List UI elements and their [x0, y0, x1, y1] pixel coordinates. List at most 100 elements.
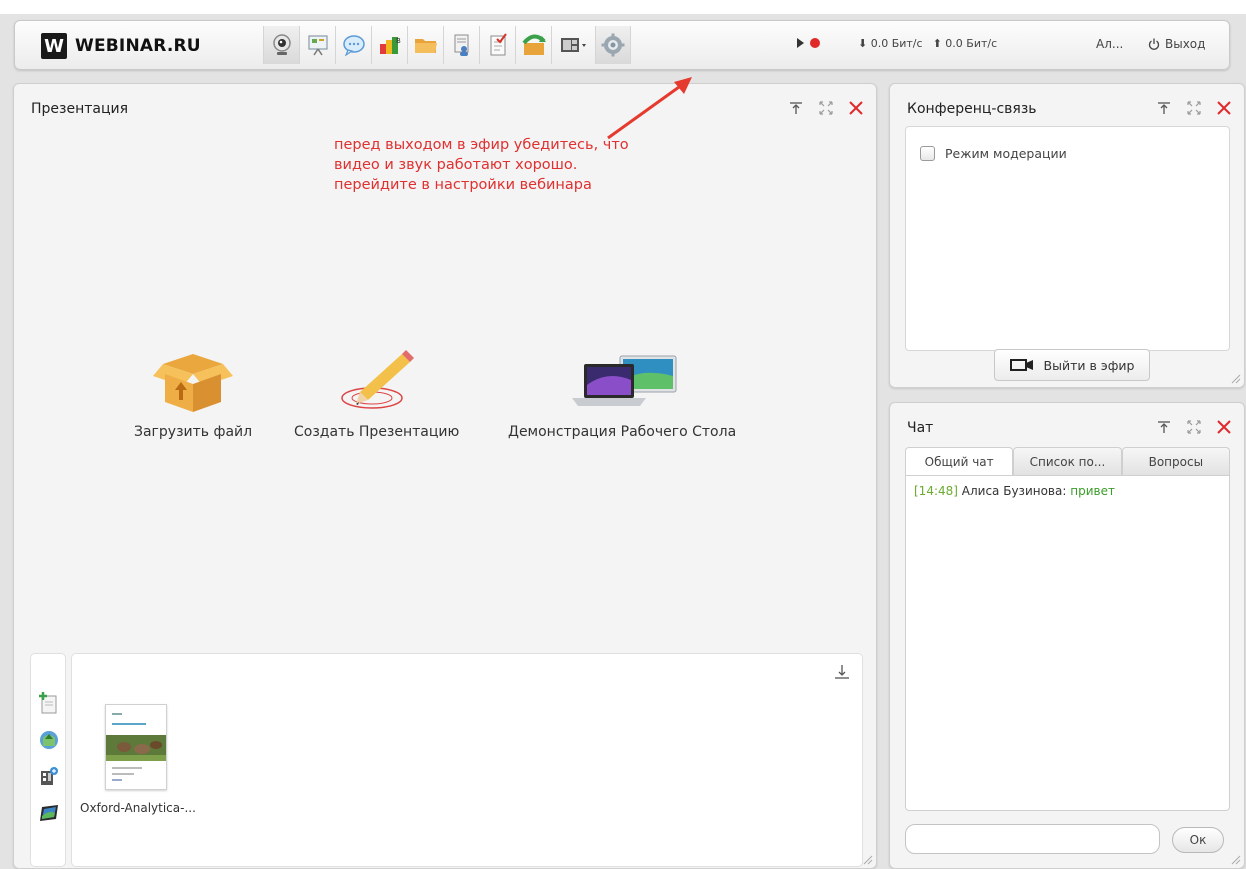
add-screen-icon[interactable]	[39, 804, 59, 824]
pencil-draw-icon	[294, 344, 459, 414]
presentation-button[interactable]	[299, 26, 335, 64]
pin-top-icon[interactable]	[1156, 419, 1172, 435]
chat-title: Чат	[907, 420, 934, 436]
test-button[interactable]	[479, 26, 515, 64]
chat-panel: Чат Общий чат Список по... Вопросы [14:4…	[889, 402, 1245, 869]
tab-questions[interactable]: Вопросы	[1121, 447, 1230, 475]
upload-rate: ⬆ 0.0 Бит/с	[932, 37, 998, 50]
moderation-checkbox[interactable]: Режим модерации	[920, 146, 1067, 161]
add-link-icon[interactable]	[39, 730, 59, 750]
hint-line: перед выходом в эфир убедитесь, что	[334, 137, 629, 153]
conference-controls	[1156, 100, 1232, 116]
files-button[interactable]	[407, 26, 443, 64]
checkbox-box[interactable]	[920, 146, 935, 161]
laptop-screen-icon	[508, 344, 736, 414]
conference-title: Конференц-связь	[907, 101, 1037, 117]
presentation-panel: Презентация перед выходом в эфир убедите…	[13, 83, 877, 869]
export-button[interactable]	[515, 26, 551, 64]
document-preview-icon	[106, 705, 166, 789]
tab-participants-list[interactable]: Список по...	[1013, 447, 1122, 475]
message-text: привет	[1070, 484, 1115, 498]
chat-log[interactable]: [14:48] Алиса Бузинова: привет	[905, 475, 1230, 811]
chat-input[interactable]	[905, 824, 1160, 854]
expand-icon[interactable]	[1186, 100, 1202, 116]
chat-tabs: Общий чат Список по... Вопросы	[905, 447, 1230, 475]
logo-mark: W	[41, 33, 67, 59]
test-icon	[490, 33, 507, 56]
desktop-share-label: Демонстрация Рабочего Стола	[508, 424, 737, 440]
window-top-strip	[0, 0, 1246, 14]
bitrate-indicator: ⬇ 0.0 Бит/с ⬆ 0.0 Бит/с	[858, 37, 997, 50]
download-icon[interactable]	[834, 664, 850, 684]
resize-grip-icon[interactable]	[1229, 372, 1241, 384]
folder-icon	[414, 39, 437, 53]
poll-button[interactable]: B	[371, 26, 407, 64]
record-controls	[797, 38, 820, 48]
conference-body: Режим модерации	[905, 126, 1230, 351]
presentation-icon	[307, 35, 328, 56]
go-live-button[interactable]: Выйти в эфир	[994, 349, 1150, 381]
layout-icon	[560, 38, 586, 52]
webinar-logo[interactable]: W WEBINAR.RU	[41, 33, 201, 59]
resize-grip-icon[interactable]	[861, 853, 873, 865]
user-menu[interactable]: Ал...	[1096, 37, 1123, 51]
play-icon[interactable]	[797, 38, 804, 48]
annotation-arrow-icon	[607, 77, 692, 140]
download-rate: ⬇ 0.0 Бит/с	[858, 37, 923, 50]
file-thumbnail[interactable]	[105, 704, 167, 790]
close-icon[interactable]	[1216, 419, 1232, 435]
settings-button[interactable]	[595, 26, 631, 64]
participants-button[interactable]	[443, 26, 479, 64]
chat-controls	[1156, 419, 1232, 435]
file-tools-strip	[30, 653, 66, 867]
export-icon	[521, 34, 546, 55]
chat-message: [14:48] Алиса Бузинова: привет	[914, 484, 1221, 498]
create-presentation-label: Создать Презентацию	[294, 424, 460, 440]
pin-top-icon[interactable]	[788, 100, 804, 116]
file-name: Oxford-Analytica-...	[80, 801, 196, 815]
tab-general-chat[interactable]: Общий чат	[905, 447, 1014, 475]
poll-icon: B	[379, 37, 401, 54]
hint-line: видео и звук работают хорошо.	[334, 157, 578, 173]
box-upload-icon	[134, 344, 252, 414]
conference-panel: Конференц-связь Режим модерации Выйти в …	[889, 83, 1245, 388]
layout-button[interactable]	[551, 26, 595, 64]
upload-file-action[interactable]: Загрузить файл	[134, 344, 252, 440]
message-time: [14:48]	[914, 484, 958, 498]
go-live-label: Выйти в эфир	[1043, 357, 1135, 373]
add-video-icon[interactable]	[39, 766, 59, 786]
record-icon[interactable]	[810, 38, 820, 48]
top-toolbar: W WEBINAR.RU B ⬇ 0.0 Бит/с ⬆ 0.0 Бит/с А…	[14, 20, 1230, 70]
create-presentation-action[interactable]: Создать Презентацию	[294, 344, 459, 440]
webcam-icon	[272, 34, 291, 55]
expand-icon[interactable]	[818, 100, 834, 116]
participants-icon	[454, 34, 468, 56]
tool-buttons: B	[263, 26, 631, 64]
add-document-icon[interactable]	[39, 692, 59, 714]
power-icon	[1148, 38, 1160, 50]
files-area: Oxford-Analytica-...	[71, 653, 863, 867]
hint-line: перейдите в настройки вебинара	[334, 177, 592, 193]
message-author: Алиса Бузинова:	[961, 484, 1067, 498]
presentation-title: Презентация	[31, 101, 129, 117]
logout-label: Выход	[1165, 37, 1206, 51]
camera-icon	[1009, 359, 1033, 371]
moderation-label: Режим модерации	[945, 146, 1067, 161]
send-button[interactable]: Ок	[1172, 827, 1224, 853]
resize-grip-icon[interactable]	[1229, 853, 1241, 865]
chat-bubble-icon	[342, 35, 365, 56]
desktop-share-action[interactable]: Демонстрация Рабочего Стола	[508, 344, 736, 440]
svg-text:B: B	[396, 37, 401, 45]
pin-top-icon[interactable]	[1156, 100, 1172, 116]
presentation-controls	[788, 100, 864, 116]
close-icon[interactable]	[848, 100, 864, 116]
logo-text: WEBINAR.RU	[75, 36, 201, 56]
chat-button[interactable]	[335, 26, 371, 64]
expand-icon[interactable]	[1186, 419, 1202, 435]
webcam-button[interactable]	[263, 26, 299, 64]
upload-file-label: Загрузить файл	[134, 424, 253, 440]
close-icon[interactable]	[1216, 100, 1232, 116]
hint-annotation: перед выходом в эфир убедитесь, что виде…	[334, 135, 629, 195]
logout-button[interactable]: Выход	[1148, 37, 1205, 51]
gear-icon	[601, 33, 625, 57]
